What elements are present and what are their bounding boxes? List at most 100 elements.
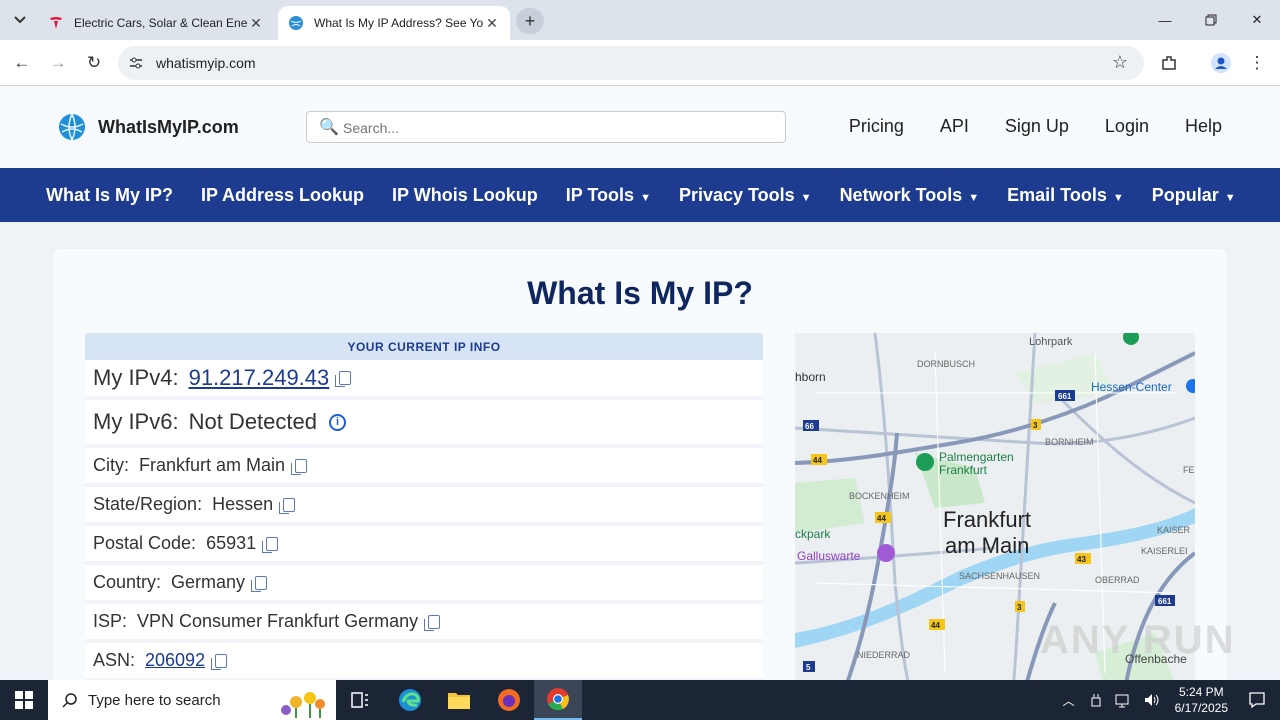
taskbar-search-placeholder: Type here to search xyxy=(88,691,221,709)
nav-what-is-my-ip[interactable]: What Is My IP? xyxy=(46,185,173,206)
nav-network-tools[interactable]: Network Tools ▼ xyxy=(840,185,980,206)
ipv4-label: My IPv4: xyxy=(93,365,179,390)
clock-time: 5:24 PM xyxy=(1178,685,1224,699)
windows-taskbar: Type here to search ︿ 5:24 PM 6/17/2025 xyxy=(0,680,1280,720)
map-city-label: Frankfurt xyxy=(943,507,1031,532)
nav-label: IP Tools xyxy=(565,184,635,205)
close-tab-icon[interactable]: ✕ xyxy=(484,15,500,32)
menu-kebab-icon[interactable]: ⋮ xyxy=(1244,50,1270,76)
nav-ip-tools[interactable]: IP Tools ▼ xyxy=(566,185,651,206)
road-shield: 43 xyxy=(1077,555,1086,564)
detail-value: VPN Consumer Frankfurt Germany xyxy=(137,611,419,631)
site-info-icon[interactable] xyxy=(128,55,144,71)
nav-label: Network Tools xyxy=(839,184,963,205)
map-label: Galluswarte xyxy=(797,549,861,563)
region-row: State/Region: Hessen xyxy=(85,487,763,526)
browser-toolbar: ← → ↻ whatismyip.com ☆ ⋮ xyxy=(0,40,1280,86)
nav-ip-address-lookup[interactable]: IP Address Lookup xyxy=(201,185,364,206)
forward-arrow-icon[interactable]: → xyxy=(45,50,71,76)
ipv4-row: My IPv4: 91.217.249.43 xyxy=(85,360,763,400)
copy-icon[interactable] xyxy=(211,653,228,670)
taskbar-search[interactable]: Type here to search xyxy=(48,680,336,720)
flowers-decoration-icon xyxy=(281,692,325,718)
nav-label: IP Whois Lookup xyxy=(392,184,538,205)
tab-whatismyip[interactable]: What Is My IP Address? See Your Public A… xyxy=(278,6,510,40)
map-label: hborn xyxy=(795,370,826,384)
volume-icon[interactable] xyxy=(1143,692,1161,708)
site-logo[interactable]: WhatIsMyIP.com xyxy=(58,113,239,141)
search-icon xyxy=(62,693,77,708)
copy-icon[interactable] xyxy=(279,497,296,514)
asn-row: ASN: 206092 xyxy=(85,643,763,682)
windows-logo-icon xyxy=(15,691,33,709)
restore-icon[interactable] xyxy=(1188,0,1234,40)
globe-logo-icon xyxy=(59,113,85,141)
clock[interactable]: 5:24 PM 6/17/2025 xyxy=(1175,684,1228,716)
postal-row: Postal Code: 65931 xyxy=(85,526,763,565)
login-link[interactable]: Login xyxy=(1105,116,1149,137)
tab-tesla[interactable]: Electric Cars, Solar & Clean Energy | Te… xyxy=(38,6,274,40)
detail-value: Germany xyxy=(171,572,246,592)
road-shield: 44 xyxy=(877,514,886,523)
file-explorer-icon[interactable] xyxy=(435,680,483,720)
copy-icon[interactable] xyxy=(291,458,308,475)
chrome-taskbar-icon[interactable] xyxy=(534,680,582,720)
back-arrow-icon[interactable]: ← xyxy=(9,50,35,76)
network-icon[interactable] xyxy=(1115,692,1131,708)
api-link[interactable]: API xyxy=(940,116,969,137)
road-shield: 5 xyxy=(806,663,811,672)
pricing-link[interactable]: Pricing xyxy=(849,116,904,137)
road-shield: 3 xyxy=(1033,421,1038,430)
nav-email-tools[interactable]: Email Tools ▼ xyxy=(1007,185,1124,206)
notification-icon[interactable] xyxy=(1248,691,1266,709)
close-window-icon[interactable]: ✕ xyxy=(1234,0,1280,40)
search-input[interactable] xyxy=(343,118,763,138)
copy-icon[interactable] xyxy=(335,371,352,387)
road-shield: 44 xyxy=(931,621,940,630)
profile-icon[interactable] xyxy=(1208,50,1234,76)
nav-popular[interactable]: Popular ▼ xyxy=(1152,185,1236,206)
ipv4-link[interactable]: 91.217.249.43 xyxy=(189,365,330,391)
tesla-favicon-icon xyxy=(48,15,64,31)
asn-link[interactable]: 206092 xyxy=(145,650,205,671)
map-label: BOCKENHEIM xyxy=(849,491,910,501)
edge-icon[interactable] xyxy=(386,680,434,720)
new-tab-button[interactable]: + xyxy=(516,8,544,34)
country-row: Country: Germany xyxy=(85,565,763,604)
map-label: Palmengarten xyxy=(939,450,1014,464)
logo-text: WhatIsMyIP.com xyxy=(98,116,239,137)
task-view-icon[interactable] xyxy=(336,680,384,720)
site-search[interactable]: 🔍 xyxy=(306,111,786,143)
info-icon[interactable]: i xyxy=(328,413,346,431)
close-tab-icon[interactable]: ✕ xyxy=(248,15,264,32)
minimize-icon[interactable]: — xyxy=(1142,0,1188,40)
copy-icon[interactable] xyxy=(262,536,279,553)
map-label: KAISER xyxy=(1157,525,1191,535)
chevron-up-icon[interactable]: ︿ xyxy=(1063,692,1075,709)
reload-icon[interactable]: ↻ xyxy=(81,50,107,76)
firefox-icon[interactable] xyxy=(485,680,533,720)
bookmark-star-icon[interactable]: ☆ xyxy=(1112,52,1128,73)
start-button[interactable] xyxy=(0,680,48,720)
ip-info-box: YOUR CURRENT IP INFO My IPv4: 91.217.249… xyxy=(85,333,763,682)
tab-search-button[interactable] xyxy=(8,8,32,32)
road-shield: 661 xyxy=(1158,597,1172,606)
chevron-down-icon xyxy=(14,16,26,24)
copy-icon[interactable] xyxy=(251,575,268,592)
usb-device-icon[interactable] xyxy=(1089,692,1103,708)
signup-link[interactable]: Sign Up xyxy=(1005,116,1069,137)
nav-privacy-tools[interactable]: Privacy Tools ▼ xyxy=(679,185,812,206)
caret-down-icon: ▼ xyxy=(1224,191,1236,204)
caret-down-icon: ▼ xyxy=(1112,191,1124,204)
help-link[interactable]: Help xyxy=(1185,116,1222,137)
detail-label: Postal Code: xyxy=(93,533,197,553)
map-label: NIEDERRAD xyxy=(857,650,911,660)
road-shield: 44 xyxy=(813,456,822,465)
ipv6-row: My IPv6: Not Detected i xyxy=(85,400,763,448)
nav-label: What Is My IP? xyxy=(46,184,174,205)
nav-ip-whois-lookup[interactable]: IP Whois Lookup xyxy=(392,185,538,206)
copy-icon[interactable] xyxy=(424,614,441,631)
address-bar[interactable]: whatismyip.com ☆ xyxy=(118,46,1144,80)
extensions-icon[interactable] xyxy=(1156,50,1182,76)
detail-value: Frankfurt am Main xyxy=(139,455,286,475)
